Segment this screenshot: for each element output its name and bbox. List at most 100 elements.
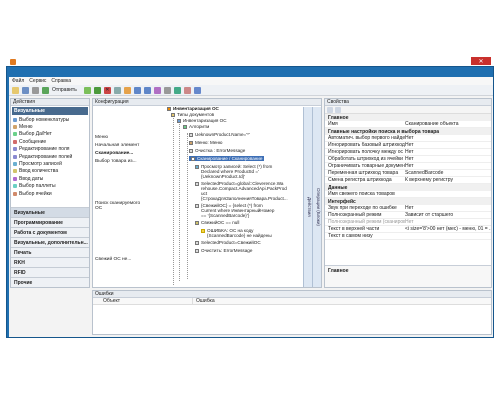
property-row[interactable]: Ограничивать товарные документ Нет (325, 163, 491, 170)
run-icon[interactable] (153, 86, 161, 94)
open-folder-icon[interactable] (12, 86, 19, 94)
column-header-error[interactable]: Ошибка (193, 298, 491, 304)
algorithm-icon (183, 124, 187, 129)
cell-icon (13, 191, 17, 196)
title-bar[interactable]: MobileSMARTS 2008 - Панель управления - … (7, 57, 493, 67)
export-icon[interactable] (173, 86, 181, 94)
tab-operations-vertical[interactable]: Операции (Блоки) (312, 107, 321, 287)
settings-icon[interactable] (163, 86, 171, 94)
property-grid: Главное Имя Сканирование объекта Главные … (325, 114, 491, 240)
actions-list: Выбор номенклатуры Меню Выбор Да/Нет Соо… (11, 116, 89, 197)
configuration-panel: Конфигурация Меню Начальная элемент Скан… (92, 98, 322, 288)
actions-panel-header: Действия (11, 99, 89, 106)
categorized-icon[interactable] (327, 106, 333, 113)
menu-file[interactable]: Файл (12, 78, 24, 84)
property-row[interactable]: Игнорировать полочку между ос Нет (325, 149, 491, 156)
send-button[interactable]: Отправить (52, 87, 77, 93)
category-visual-button[interactable]: Визуальные (11, 207, 89, 217)
sort-alpha-icon[interactable] (335, 106, 341, 113)
send-icon[interactable] (42, 86, 49, 94)
list-item[interactable]: Ввод даты (11, 175, 89, 182)
tree-node-cont: {UeknownProduct.Id}' (201, 174, 246, 179)
property-row[interactable]: Автоматич. выбор первого найде Нет (325, 135, 491, 142)
config-side-labels: Меню Начальная элемент Сканирование... В… (93, 107, 145, 287)
properties-panel-header: Свойства (325, 99, 491, 106)
property-group[interactable]: Главное (325, 114, 491, 121)
category-other-button[interactable]: Прочие (11, 277, 89, 287)
tab-actions-vertical[interactable]: Действия (303, 107, 312, 287)
category-rkh-button[interactable]: RKH (11, 257, 89, 267)
errors-panel-header: Ошибки (93, 291, 491, 298)
list-item[interactable]: Выбор паллеты (11, 183, 89, 190)
clear-icon (195, 248, 199, 253)
property-row[interactable]: Полноэкранный режим Зависит от старшего (325, 212, 491, 219)
property-row[interactable]: Текст в самом низу (325, 233, 491, 240)
list-item[interactable]: Выбор Да/Нет (11, 131, 89, 138)
category-document-button[interactable]: Работа с документом (11, 227, 89, 237)
property-group[interactable]: Главные настройки поиска и выбора товара (325, 128, 491, 135)
list-icon (13, 117, 17, 122)
minimize-button[interactable]: – (443, 57, 456, 65)
window-title: MobileSMARTS 2008 - Панель управления - … (94, 59, 406, 65)
arrow-up-icon[interactable] (143, 86, 151, 94)
property-row[interactable]: Звук при переходе по ошибке Нет (325, 205, 491, 212)
tree-node[interactable]: Меню: Меню (189, 140, 222, 145)
condition-icon (195, 220, 199, 225)
tree-node[interactable]: Очистить: ErrorMessage (195, 248, 252, 253)
tree-node[interactable]: UeknownProduct.Name='*' (189, 132, 250, 137)
menu-service[interactable]: Сервис (29, 78, 46, 84)
paste-icon[interactable] (123, 86, 131, 94)
list-item[interactable]: Выбор номенклатуры (11, 116, 89, 123)
tree-node[interactable]: Инвентаризация ОС (167, 106, 219, 111)
date-icon (13, 176, 17, 181)
maximize-button[interactable]: □ (457, 57, 470, 65)
list-item[interactable]: Редактирование полей (11, 153, 89, 160)
category-visual-extra-button[interactable]: Визуальные, дополнительн... (11, 237, 89, 247)
property-row[interactable]: Текст в верхней части <i size='8'>00 нет … (325, 226, 491, 233)
column-header-object[interactable]: Объект (93, 298, 193, 304)
property-row[interactable]: Смена регистра штрихкода К верхнему регис… (325, 177, 491, 184)
tree-node[interactable]: SelectedProduct=СвежийОС (195, 240, 261, 245)
refresh-icon[interactable] (93, 86, 101, 94)
tree-node[interactable]: СвежийОС == null (195, 220, 239, 225)
tree-node-cont: rehouse.Compact.AdvancedApi.PackProd (201, 186, 287, 191)
property-group[interactable]: Интерфейс (325, 198, 491, 205)
tree-node[interactable]: Алгоритм (183, 124, 209, 129)
close-button[interactable]: ✕ (471, 57, 491, 65)
list-item[interactable]: Меню (11, 123, 89, 130)
assign-icon (195, 203, 199, 208)
delete-icon[interactable]: ✕ (103, 86, 111, 94)
category-programming-button[interactable]: Программирование (11, 217, 89, 227)
list-item[interactable]: Просмотр записей (11, 160, 89, 167)
list-item[interactable]: Ввод количества (11, 168, 89, 175)
check-icon[interactable] (193, 86, 201, 94)
errors-panel: Ошибки Объект Ошибка (92, 290, 492, 335)
window-client: Файл Сервис Справка Отправить ✕ Действия… (9, 77, 493, 337)
tree-node[interactable]: Очистка : ErrorMessage (189, 148, 245, 153)
actions-panel: Действия Визуальные Выбор номенклатуры М… (10, 98, 90, 288)
copy-icon[interactable] (113, 86, 121, 94)
cut-icon[interactable] (32, 86, 39, 94)
tree-node[interactable]: Типы документов (171, 112, 214, 117)
property-row[interactable]: Имя Сканирование объекта (325, 121, 491, 128)
property-row[interactable]: Игнорировать базовый штрихкод Нет (325, 142, 491, 149)
list-item[interactable]: Выбор ячейки (11, 190, 89, 197)
menu-bar: Файл Сервис Справка (9, 77, 493, 85)
category-print-button[interactable]: Печать (11, 247, 89, 257)
add-icon[interactable] (83, 86, 91, 94)
document-icon (177, 118, 181, 123)
menu-help[interactable]: Справка (51, 78, 71, 84)
tree-node-selected[interactable]: Сканирование / Сканирование (189, 156, 265, 161)
property-row[interactable]: Имя свежего поиска товаров (325, 191, 491, 198)
property-row[interactable]: Переменная штрихкод товара ScannedBarcode (325, 170, 491, 177)
property-row[interactable]: Полноэкранный режим (сканиров) Нет (325, 219, 491, 226)
list-item[interactable]: Редактирование поля (11, 146, 89, 153)
list-item[interactable]: Сообщение (11, 138, 89, 145)
property-row[interactable]: Обработать штрихкод из ячейки Нет (325, 156, 491, 163)
save-icon[interactable] (22, 86, 29, 94)
category-rfid-button[interactable]: RFID (11, 267, 89, 277)
import-icon[interactable] (183, 86, 191, 94)
arrow-down-icon[interactable] (133, 86, 141, 94)
property-group[interactable]: Данные (325, 184, 491, 191)
tree-node[interactable]: Инвентаризация ОС (177, 118, 227, 123)
